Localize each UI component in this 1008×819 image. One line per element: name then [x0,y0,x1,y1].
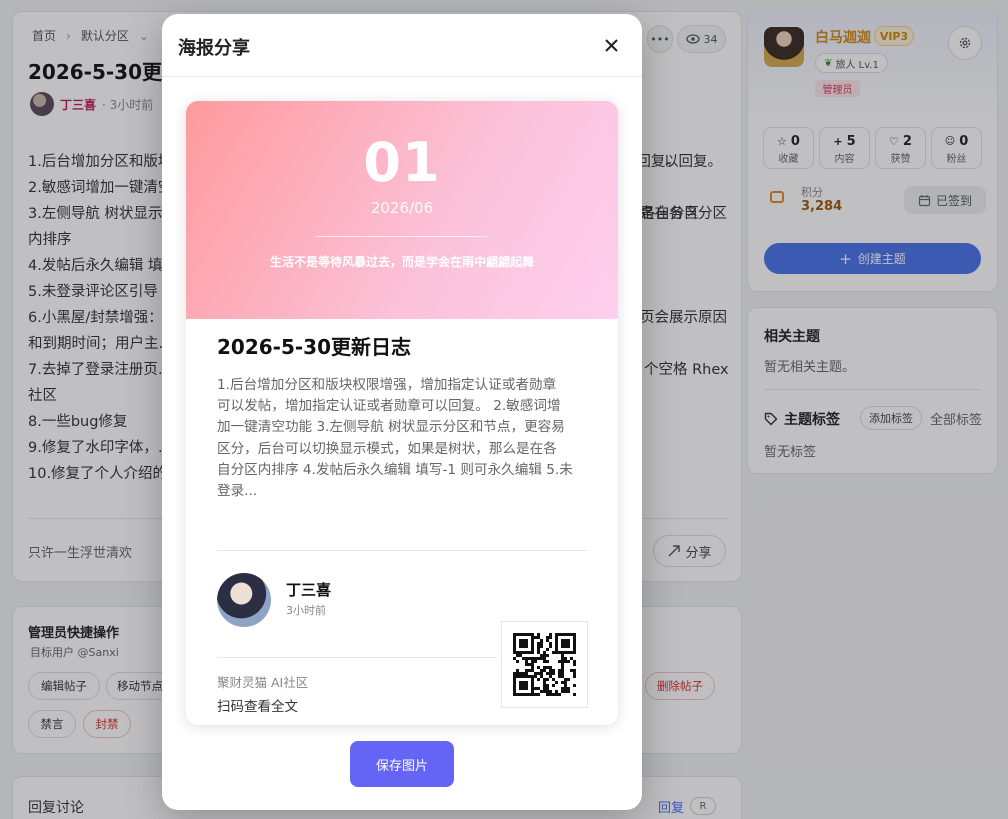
poster-day: 01 [363,131,441,194]
close-icon [604,38,618,52]
divider [217,550,587,551]
poster-author: 丁三喜 [286,581,332,599]
qr-code-icon [513,633,576,696]
poster-quote: 生活不是等待风暴过去，而是学会在雨中翩翩起舞 [269,255,534,269]
poster-excerpt: 1.后台增加分区和版块权限增强，增加指定认证或者勋章 可以发帖，增加指定认证或者… [217,375,589,502]
save-image-button[interactable]: 保存图片 [350,741,454,787]
poster-month: 2026/06 [370,199,434,217]
poster-share-modal: 海报分享 01 2026/06 生活不是等待风暴过去，而是学会在雨中翩翩起舞 2… [162,14,642,810]
excerpt-line: 区分，后台可以切换显示模式，如果是树状，那么是在各 [217,440,557,457]
avatar [217,573,271,627]
excerpt-line: 可以发帖，增加指定认证或者勋章可以回复。 2.敏感词增 [217,398,561,415]
poster-preview: 01 2026/06 生活不是等待风暴过去，而是学会在雨中翩翩起舞 2026-5… [186,101,618,725]
modal-title: 海报分享 [178,38,250,59]
divider [162,76,642,77]
qr-code [501,621,588,708]
poster-title: 2026-5-30更新日志 [217,335,412,359]
divider [316,236,488,237]
divider [217,657,497,658]
poster-time: 3小时前 [286,604,326,617]
excerpt-line: 1.后台增加分区和版块权限增强，增加指定认证或者勋章 [217,377,557,393]
poster-banner: 01 2026/06 生活不是等待风暴过去，而是学会在雨中翩翩起舞 [186,101,618,319]
excerpt-line: 登录... [217,483,258,500]
poster-scan-hint: 扫码查看全文 [217,699,298,715]
excerpt-line: 自分区内排序 4.发帖后永久编辑 填写-1 则可永久编辑 5.未 [217,461,573,478]
excerpt-line: 加一键清空功能 3.左侧导航 树状显示分区和节点，更容易 [217,419,565,436]
close-button[interactable] [600,34,622,56]
poster-site-name: 聚财灵猫 AI社区 [217,675,309,690]
